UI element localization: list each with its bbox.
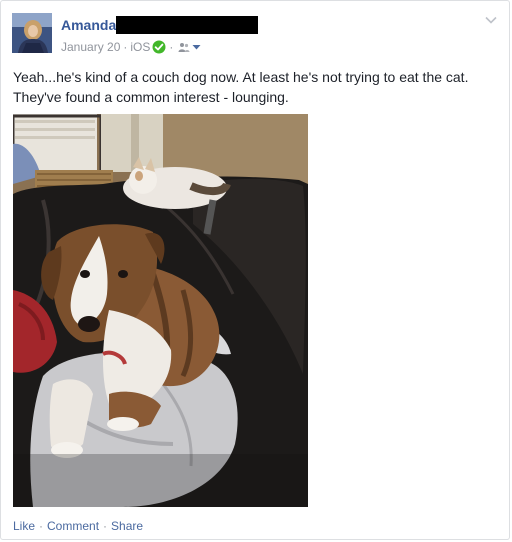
post-source: iOS [130, 40, 151, 54]
meta-separator-2: · [169, 40, 174, 54]
post-meta: January 20 · iOS · [61, 39, 201, 55]
post-actions: Like · Comment · Share [13, 519, 143, 533]
audience-selector[interactable] [178, 42, 201, 53]
actions-separator-1: · [39, 519, 44, 533]
comment-link[interactable]: Comment [47, 519, 99, 533]
check-circle-icon [152, 40, 166, 54]
author-name-link[interactable]: Amanda [61, 17, 116, 33]
redaction-bar [116, 16, 259, 34]
share-link[interactable]: Share [111, 519, 143, 533]
post-text-line-1: Yeah...he's kind of a couch dog now. At … [13, 69, 469, 85]
caret-down-icon [192, 45, 201, 50]
chevron-down-icon[interactable] [485, 15, 497, 25]
friends-icon [178, 42, 190, 52]
post-text: Yeah...he's kind of a couch dog now. At … [13, 67, 499, 107]
post-photo[interactable] [13, 114, 308, 507]
like-link[interactable]: Like [13, 519, 35, 533]
meta-separator: · [123, 40, 128, 54]
feed-post: Amanda January 20 · iOS · Yeah...he's ki… [0, 0, 510, 540]
author-line: Amanda [61, 15, 259, 35]
actions-separator-2: · [103, 519, 108, 533]
post-text-line-2: They've found a common interest - loungi… [13, 89, 289, 105]
post-timestamp[interactable]: January 20 [61, 40, 120, 54]
author-avatar[interactable] [12, 13, 52, 53]
